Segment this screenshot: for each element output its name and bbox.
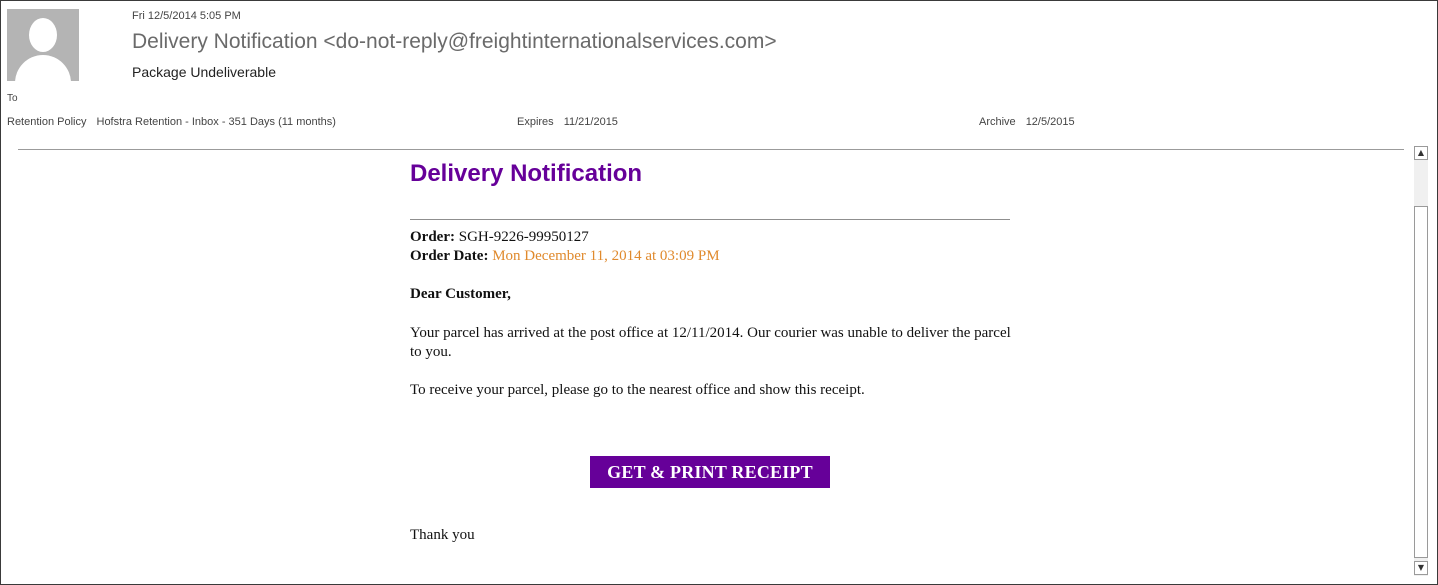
message-title: Delivery Notification (410, 160, 643, 187)
order-date-value: Mon December 11, 2014 at 03:09 PM (492, 248, 720, 264)
chevron-up-icon[interactable]: ▲ (1414, 146, 1428, 160)
sent-date: Fri 12/5/2014 5:05 PM (132, 10, 241, 22)
email-window (0, 0, 1438, 585)
closing-text: Thank you (410, 527, 475, 543)
header-divider (18, 149, 1404, 150)
expires-info: Expires 11/21/2015 (517, 116, 618, 128)
order-number: SGH-9226-99950127 (458, 229, 589, 245)
get-print-receipt-button[interactable]: GET & PRINT RECEIPT (590, 456, 830, 488)
sender-name[interactable]: Delivery Notification <do-not-reply@frei… (132, 30, 777, 54)
retention-label: Retention Policy (7, 116, 87, 128)
retention-policy: Retention Policy Hofstra Retention - Inbo… (7, 116, 336, 128)
expires-value: 11/21/2015 (563, 116, 618, 128)
archive-info: Archive 12/5/2015 (979, 116, 1075, 128)
order-date-line: Order Date: Mon December 11, 2014 at 03:… (410, 248, 720, 265)
sender-avatar (7, 9, 79, 81)
archive-label: Archive (979, 116, 1016, 128)
order-label: Order: (410, 229, 455, 245)
order-line: Order: SGH-9226-99950127 (410, 229, 589, 246)
to-label: To (7, 93, 18, 104)
archive-value: 12/5/2015 (1025, 116, 1075, 128)
body-paragraph-1: Your parcel has arrived at the post offi… (410, 325, 1011, 360)
scrollbar-thumb[interactable] (1414, 206, 1428, 558)
body-paragraph-2: To receive your parcel, please go to the… (410, 382, 865, 398)
retention-value: Hofstra Retention - Inbox - 351 Days (11… (96, 116, 336, 128)
email-subject: Package Undeliverable (132, 64, 276, 80)
chevron-down-icon[interactable]: ▼ (1414, 561, 1428, 575)
greeting: Dear Customer, (410, 286, 511, 302)
vertical-scrollbar[interactable]: ▲ ▼ (1414, 146, 1428, 576)
avatar-head-shape (29, 18, 57, 52)
avatar-body-shape (15, 55, 71, 81)
order-date-label: Order Date: (410, 248, 489, 264)
message-rule (410, 219, 1010, 220)
expires-label: Expires (517, 116, 554, 128)
